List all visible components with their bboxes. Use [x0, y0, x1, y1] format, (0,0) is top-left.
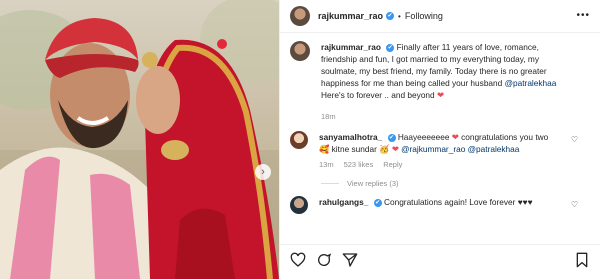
- post-header: rajkummar_rao ✔ • Following •••: [280, 0, 600, 33]
- red-heart-emoji: ❤: [391, 144, 399, 154]
- comment-icon[interactable]: [316, 252, 332, 268]
- comment-time[interactable]: 13m: [319, 159, 334, 171]
- chevron-right-icon: ›: [261, 166, 265, 178]
- more-options-icon[interactable]: •••: [576, 10, 590, 21]
- heart-outline-icon[interactable]: [290, 252, 306, 268]
- paper-plane-icon[interactable]: [342, 252, 358, 268]
- verified-badge-icon: ✔: [386, 43, 395, 52]
- comment-text-b: congratulations you two: [461, 132, 549, 142]
- verified-badge-icon: ✔: [386, 12, 395, 20]
- verified-badge-icon: ✔: [373, 198, 382, 207]
- comment-item: rahulgangs_ ✔ Congratulations again! Lov…: [290, 196, 590, 214]
- header-username[interactable]: rajkummar_rao: [318, 11, 383, 21]
- avatar[interactable]: [290, 131, 308, 149]
- avatar[interactable]: [290, 41, 310, 61]
- comment-username[interactable]: rahulgangs_: [319, 197, 368, 207]
- wedding-photo-illustration: [0, 0, 279, 279]
- comments-section: rajkummar_rao ✔ Finally after 11 years o…: [280, 33, 600, 225]
- comment-text-a: Haayeeeeeee: [397, 132, 450, 142]
- post-photo[interactable]: ›: [0, 0, 279, 279]
- comment-text-c: kitne sundar: [331, 144, 377, 154]
- view-replies-button[interactable]: View replies (3): [321, 179, 590, 188]
- comment-mentions[interactable]: @rajkummar_rao @patralekhaa: [401, 144, 519, 154]
- comment-likes[interactable]: 523 likes: [344, 159, 374, 171]
- caption-mention-link[interactable]: @patralekhaa: [505, 78, 557, 88]
- avatar[interactable]: [290, 196, 308, 214]
- caption-username[interactable]: rajkummar_rao: [321, 42, 381, 52]
- avatar[interactable]: [290, 6, 310, 26]
- caption-time[interactable]: 18m: [321, 111, 336, 123]
- comment-text: Congratulations again! Love forever ♥♥♥: [383, 197, 533, 207]
- red-heart-emoji: ❤: [436, 90, 444, 100]
- post-actions-bar: [290, 250, 590, 270]
- comment-reply-button[interactable]: Reply: [383, 159, 402, 171]
- next-photo-button[interactable]: ›: [255, 164, 271, 180]
- actions-divider: [280, 244, 600, 245]
- view-replies-label[interactable]: View replies (3): [347, 179, 399, 188]
- smiling-hearts-emoji: 🥰: [319, 144, 330, 154]
- comment-item: sanyamalhotra_ ✔ Haayeeeeeee ❤ congratul…: [290, 131, 590, 171]
- post-side-panel: rajkummar_rao ✔ • Following ••• rajkumma…: [279, 0, 600, 279]
- comment-like-icon[interactable]: ♡: [571, 135, 578, 144]
- following-button[interactable]: Following: [405, 11, 443, 21]
- bookmark-icon[interactable]: [574, 252, 590, 268]
- separator-dot: •: [398, 11, 401, 21]
- party-face-emoji: 🥳: [379, 144, 390, 154]
- comment-username[interactable]: sanyamalhotra_: [319, 132, 382, 142]
- caption-line2: Here's to forever .. and beyond: [321, 90, 435, 100]
- replies-line: [321, 183, 339, 184]
- caption: rajkummar_rao ✔ Finally after 11 years o…: [290, 41, 590, 123]
- instagram-post: › rajkummar_rao ✔ • Following ••• rajkum…: [0, 0, 600, 279]
- red-heart-emoji: ❤: [451, 132, 459, 142]
- verified-badge-icon: ✔: [387, 133, 396, 142]
- comment-like-icon[interactable]: ♡: [571, 200, 578, 209]
